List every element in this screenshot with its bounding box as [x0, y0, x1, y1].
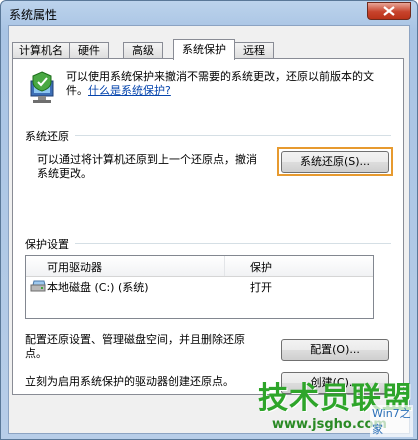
- create-description: 立刻为启用系统保护的驱动器创建还原点。: [25, 375, 234, 388]
- intro-text: 可以使用系统保护来撤消不需要的系统更改，还原以前版本的文件。什么是系统保护?: [66, 70, 391, 98]
- tab-label: 硬件: [78, 44, 100, 57]
- close-icon: [383, 6, 395, 16]
- drive-list-header: 可用驱动器 保护: [26, 256, 373, 277]
- system-protection-icon: [30, 71, 54, 103]
- restore-group-title: 系统还原: [25, 128, 73, 144]
- tab-label: 计算机名: [19, 44, 63, 57]
- column-separator: [224, 256, 225, 276]
- column-available-drives[interactable]: 可用驱动器: [47, 259, 102, 275]
- protection-group-title: 保护设置: [25, 236, 73, 252]
- column-protection[interactable]: 保护: [250, 259, 272, 275]
- watermark-brand: Win7之家: [370, 405, 413, 437]
- tab-remote[interactable]: 远程: [234, 42, 274, 59]
- close-button[interactable]: [367, 2, 411, 20]
- protection-group-divider: [75, 243, 391, 244]
- drive-list[interactable]: 可用驱动器 保护 本地磁盘 (C:) (系统) 打开: [25, 255, 374, 319]
- tab-label: 远程: [243, 44, 265, 57]
- system-properties-window: 系统属性 计算机名 硬件 高级 系统保护 远程 可以使用系统保护来撤消不需要的系…: [0, 0, 418, 440]
- watermark: 技术员联盟 www.jsgho.com Win7之家: [258, 373, 413, 437]
- tab-advanced[interactable]: 高级: [123, 42, 163, 59]
- window-title: 系统属性: [9, 8, 58, 22]
- system-restore-button[interactable]: 系统还原(S)...: [281, 151, 389, 173]
- system-protection-panel: 可以使用系统保护来撤消不需要的系统更改，还原以前版本的文件。什么是系统保护? 系…: [12, 58, 404, 395]
- tab-computer-name[interactable]: 计算机名: [12, 42, 70, 59]
- drive-name: 本地磁盘 (C:) (系统): [47, 281, 149, 294]
- restore-group-divider: [75, 135, 391, 136]
- tab-hardware[interactable]: 硬件: [69, 42, 109, 59]
- configure-button[interactable]: 配置(O)...: [281, 339, 389, 361]
- watermark-footer: www.jsgho.com Win7之家: [258, 405, 413, 437]
- local-disk-icon: [30, 280, 46, 292]
- drive-protection-status: 打开: [250, 281, 272, 294]
- what-is-system-protection-link[interactable]: 什么是系统保护?: [88, 84, 171, 97]
- configure-description: 配置还原设置、管理磁盘空间，并且删除还原点。: [25, 333, 245, 360]
- tab-system-protection[interactable]: 系统保护: [173, 39, 235, 60]
- drive-row[interactable]: 本地磁盘 (C:) (系统) 打开: [27, 277, 372, 296]
- title-bar[interactable]: 系统属性: [1, 1, 417, 25]
- restore-description: 可以通过将计算机还原到上一个还原点，撤消系统更改。: [37, 153, 257, 180]
- tab-label: 系统保护: [182, 43, 226, 56]
- tab-label: 高级: [132, 44, 154, 57]
